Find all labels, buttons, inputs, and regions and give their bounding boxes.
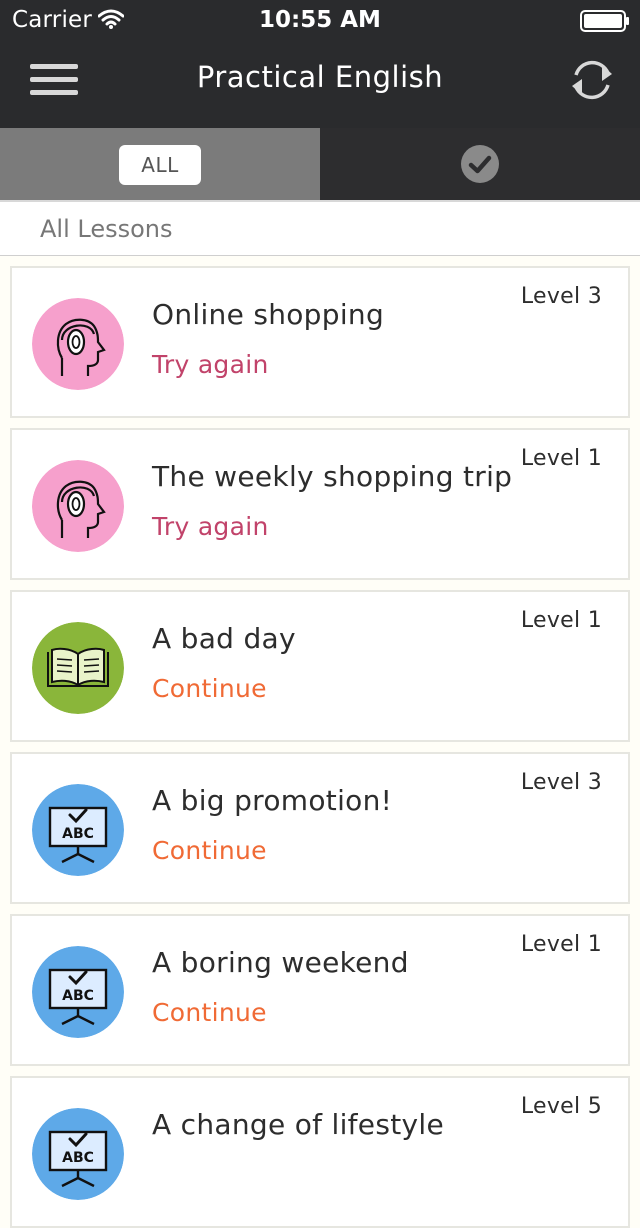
- lesson-title: A change of lifestyle: [152, 1108, 444, 1141]
- sync-icon[interactable]: [568, 57, 616, 103]
- lesson-level: Level 5: [520, 1094, 602, 1119]
- status-time: 10:55 AM: [259, 7, 381, 33]
- section-header: All Lessons: [0, 200, 640, 256]
- tab-all[interactable]: ALL: [0, 128, 320, 200]
- lesson-card[interactable]: The weekly shopping trip Try again Level…: [10, 428, 630, 580]
- lesson-card[interactable]: ABC A boring weekend Continue Level 1: [10, 914, 630, 1066]
- abc-board-icon: ABC: [32, 1108, 124, 1200]
- lesson-card[interactable]: A bad day Continue Level 1: [10, 590, 630, 742]
- check-circle-icon: [461, 145, 499, 183]
- lesson-status-link[interactable]: Continue: [152, 674, 267, 703]
- filter-tabs: ALL: [0, 128, 640, 200]
- lesson-status-link[interactable]: Try again: [152, 512, 269, 541]
- svg-text:ABC: ABC: [62, 1150, 94, 1166]
- open-book-icon: [32, 622, 124, 714]
- lesson-level: Level 1: [520, 608, 602, 633]
- lesson-status-link[interactable]: Continue: [152, 836, 267, 865]
- svg-text:ABC: ABC: [62, 988, 94, 1004]
- lesson-status-link[interactable]: Try again: [152, 350, 269, 379]
- lesson-card[interactable]: ABC A change of lifestyle Level 5: [10, 1076, 630, 1228]
- abc-board-icon: ABC: [32, 784, 124, 876]
- lesson-level: Level 1: [520, 932, 602, 957]
- abc-board-icon: ABC: [32, 946, 124, 1038]
- lesson-card[interactable]: ABC A big promotion! Continue Level 3: [10, 752, 630, 904]
- lesson-level: Level 3: [520, 770, 602, 795]
- tab-all-label: ALL: [119, 145, 201, 185]
- lesson-title: A bad day: [152, 622, 296, 655]
- lesson-level: Level 3: [520, 284, 602, 309]
- lesson-card[interactable]: Online shopping Try again Level 3: [10, 266, 630, 418]
- svg-text:ABC: ABC: [62, 826, 94, 842]
- lesson-status-link[interactable]: Continue: [152, 998, 267, 1027]
- lesson-title: Online shopping: [152, 298, 385, 331]
- headphones-head-icon: [32, 460, 124, 552]
- lesson-level: Level 1: [520, 446, 602, 471]
- headphones-head-icon: [32, 298, 124, 390]
- lesson-title: The weekly shopping trip: [152, 460, 513, 493]
- lesson-title: A big promotion!: [152, 784, 393, 817]
- status-bar: Carrier 10:55 AM: [0, 0, 640, 40]
- section-title: All Lessons: [40, 215, 173, 243]
- battery-icon: [580, 10, 629, 32]
- tab-completed[interactable]: [320, 128, 640, 200]
- lesson-title: A boring weekend: [152, 946, 409, 979]
- app-header: Carrier 10:55 AM Practical English: [0, 0, 640, 128]
- page-title: Practical English: [196, 60, 444, 94]
